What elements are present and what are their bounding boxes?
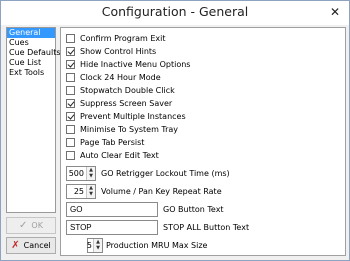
checkbox[interactable] [66, 72, 75, 82]
mru-max-size-label: Production MRU Max Size [106, 241, 208, 250]
go-button-text-input[interactable] [66, 202, 158, 217]
stopwatch-double-click-option[interactable]: Stopwatch Double Click [66, 85, 175, 95]
go-button-text-label: GO Button Text [163, 205, 224, 214]
suppress-screen-saver-option[interactable]: Suppress Screen Saver [66, 98, 172, 108]
checkbox[interactable] [66, 137, 75, 147]
category-list: General Cues Cue Defaults Cue List Ext T… [6, 27, 61, 213]
close-icon[interactable]: ✕ [329, 6, 341, 18]
checkbox[interactable] [66, 46, 75, 56]
option-label: Stopwatch Double Click [80, 85, 175, 95]
checkbox[interactable] [66, 33, 75, 43]
x-icon: ✗ [11, 240, 20, 251]
option-label: Minimise To System Tray [80, 124, 179, 134]
option-label: Page Tab Persist [80, 137, 145, 147]
option-label: Show Control Hints [80, 46, 157, 56]
minimise-to-system-tray-option[interactable]: Minimise To System Tray [66, 124, 178, 134]
go-retrigger-value: 500 [68, 169, 84, 178]
page-tab-persist-option[interactable]: Page Tab Persist [66, 137, 144, 147]
volume-pan-value: 25 [73, 187, 84, 196]
cancel-button[interactable]: ✗ Cancel [6, 237, 56, 254]
option-label: Suppress Screen Saver [80, 98, 173, 108]
option-label: Clock 24 Hour Mode [80, 72, 161, 82]
sidebar-item-cue-list[interactable]: Cue List [7, 58, 55, 68]
ok-button-label: OK [31, 221, 43, 230]
stepper-arrows[interactable]: ▲ ▼ [86, 167, 95, 180]
configuration-window: Configuration - General ✕ General Cues C… [0, 0, 350, 261]
title-bar: Configuration - General ✕ [1, 1, 349, 25]
sidebar-item-general[interactable]: General [7, 28, 55, 38]
check-icon: ✓ [19, 220, 28, 231]
auto-clear-edit-text-option[interactable]: Auto Clear Edit Text [66, 150, 159, 160]
checkbox[interactable] [66, 98, 75, 108]
confirm-program-exit-option[interactable]: Confirm Program Exit [66, 33, 166, 43]
prevent-multiple-instances-option[interactable]: Prevent Multiple Instances [66, 111, 186, 121]
option-label: Auto Clear Edit Text [80, 150, 159, 160]
arrow-down-icon[interactable]: ▼ [94, 245, 102, 251]
clock-24-hour-mode-option[interactable]: Clock 24 Hour Mode [66, 72, 161, 82]
window-title: Configuration - General [101, 4, 249, 19]
show-control-hints-option[interactable]: Show Control Hints [66, 46, 156, 56]
option-label: Prevent Multiple Instances [80, 111, 186, 121]
checkbox[interactable] [66, 59, 75, 69]
go-retrigger-stepper[interactable]: 500 ▲ ▼ [66, 166, 96, 181]
volume-pan-stepper[interactable]: 25 ▲ ▼ [66, 184, 96, 199]
option-label: Confirm Program Exit [80, 33, 166, 43]
cancel-button-label: Cancel [23, 241, 51, 250]
stop-all-button-text-label: STOP ALL Button Text [163, 223, 250, 232]
option-label: Hide Inactive Menu Options [80, 59, 191, 69]
checkbox[interactable] [66, 124, 75, 134]
stop-all-button-text-input[interactable] [66, 220, 158, 235]
sidebar-item-ext-tools[interactable]: Ext Tools [7, 68, 55, 78]
arrow-down-icon[interactable]: ▼ [87, 191, 95, 197]
sidebar-item-cue-defaults[interactable]: Cue Defaults [7, 48, 61, 58]
stepper-arrows[interactable]: ▲ ▼ [86, 185, 95, 198]
mru-max-size-stepper[interactable]: 5 ▲ ▼ [87, 238, 103, 253]
stepper-arrows[interactable]: ▲ ▼ [93, 239, 102, 252]
checkbox[interactable] [66, 111, 75, 121]
sidebar-item-cues[interactable]: Cues [7, 38, 55, 48]
checkbox[interactable] [66, 85, 75, 95]
checkbox[interactable] [66, 150, 75, 160]
volume-pan-label: Volume / Pan Key Repeat Rate [101, 187, 222, 196]
go-retrigger-label: GO Retrigger Lockout Time (ms) [101, 169, 230, 178]
hide-inactive-menu-options-option[interactable]: Hide Inactive Menu Options [66, 59, 190, 69]
mru-max-size-value: 5 [86, 241, 92, 250]
arrow-down-icon[interactable]: ▼ [87, 173, 95, 179]
ok-button[interactable]: ✓ OK [6, 217, 56, 234]
general-settings-panel: Confirm Program Exit Show Control Hints … [60, 27, 346, 256]
